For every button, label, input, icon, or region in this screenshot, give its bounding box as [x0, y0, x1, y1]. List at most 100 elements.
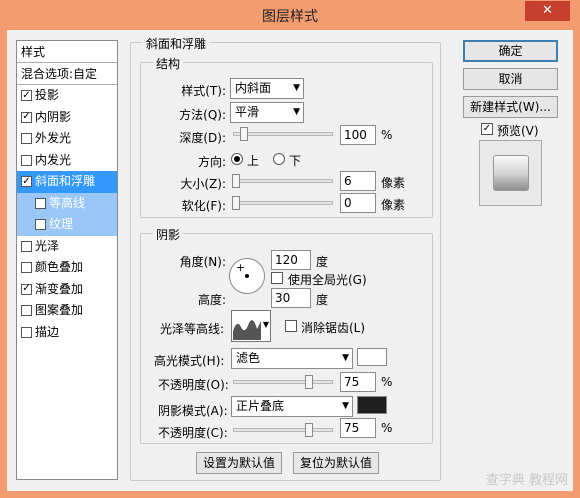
- altitude-unit: 度: [316, 293, 329, 307]
- opacity2-label: 不透明度(C):: [158, 426, 228, 440]
- highlight-mode-select[interactable]: 滤色 ▼: [231, 348, 353, 369]
- chevron-down-icon: ▼: [293, 83, 300, 93]
- new-style-button[interactable]: 新建样式(W)...: [463, 96, 558, 118]
- style-list-header[interactable]: 样式: [17, 41, 117, 63]
- style-item-checkbox[interactable]: [21, 326, 32, 338]
- style-select-value: 内斜面: [235, 81, 272, 95]
- window-frame-left: [0, 30, 7, 498]
- title-bar: 图层样式 ✕: [0, 0, 580, 30]
- anti-alias-checkbox[interactable]: [285, 320, 297, 332]
- style-item-label: 纹理: [49, 217, 74, 231]
- cancel-button[interactable]: 取消: [463, 68, 558, 90]
- anti-alias-label: 消除锯齿(L): [301, 321, 366, 335]
- style-item-label: 斜面和浮雕: [35, 174, 96, 188]
- size-unit: 像素: [381, 176, 406, 190]
- style-item[interactable]: 颜色叠加: [17, 257, 117, 279]
- preview-checkbox[interactable]: ✓: [481, 123, 493, 135]
- altitude-label: 高度:: [197, 293, 226, 307]
- style-item-checkbox[interactable]: [21, 262, 32, 274]
- style-item-checkbox[interactable]: [35, 219, 46, 231]
- ok-button[interactable]: 确定: [463, 40, 558, 62]
- style-item-label: 渐变叠加: [35, 281, 84, 296]
- soften-slider-thumb[interactable]: [232, 196, 240, 210]
- style-item-checkbox[interactable]: ✓: [21, 283, 32, 295]
- soften-label: 软化(F):: [181, 199, 226, 213]
- style-item[interactable]: ✓ 渐变叠加: [17, 279, 117, 301]
- opacity1-slider-thumb[interactable]: [305, 375, 313, 389]
- style-item-checkbox[interactable]: ✓: [21, 111, 32, 123]
- depth-slider-thumb[interactable]: [240, 127, 248, 141]
- highlight-color-swatch[interactable]: [357, 348, 387, 366]
- reset-default-button[interactable]: 复位为默认值: [293, 452, 379, 474]
- direction-up-label: 上: [247, 154, 260, 168]
- size-slider-thumb[interactable]: [232, 174, 240, 188]
- opacity1-slider[interactable]: [233, 375, 333, 389]
- angle-input[interactable]: 120: [271, 250, 311, 270]
- style-item-checkbox[interactable]: ✓: [21, 176, 32, 188]
- soften-input[interactable]: 0: [340, 193, 376, 213]
- size-label: 大小(Z):: [180, 177, 226, 191]
- window-title: 图层样式: [262, 9, 318, 25]
- angle-dial-center: [245, 274, 249, 278]
- preview-swatch: [479, 140, 542, 206]
- style-item[interactable]: ✓ 内阴影: [17, 107, 117, 129]
- style-item[interactable]: ✓ 投影: [17, 85, 117, 107]
- opacity2-slider[interactable]: [233, 423, 333, 437]
- style-item[interactable]: 内发光: [17, 150, 117, 172]
- style-item-checkbox[interactable]: [35, 197, 46, 209]
- opacity1-input[interactable]: 75: [340, 372, 376, 392]
- direction-up-radio[interactable]: [231, 153, 243, 165]
- size-slider[interactable]: [232, 174, 333, 188]
- style-item[interactable]: ✓ 斜面和浮雕: [17, 171, 117, 193]
- size-input[interactable]: 6: [340, 171, 376, 191]
- style-item-label: 颜色叠加: [35, 260, 84, 274]
- global-light-checkbox[interactable]: [271, 272, 283, 284]
- style-item-checkbox[interactable]: [21, 154, 32, 166]
- preview-label: 预览(V): [497, 124, 539, 138]
- depth-input[interactable]: 100: [340, 125, 376, 145]
- chevron-down-icon: ▼: [293, 107, 300, 117]
- style-item-checkbox[interactable]: ✓: [21, 90, 32, 102]
- style-item[interactable]: 纹理: [17, 214, 117, 236]
- style-item-checkbox[interactable]: [21, 240, 32, 252]
- depth-slider[interactable]: [233, 127, 333, 141]
- opacity1-label: 不透明度(O):: [158, 378, 229, 392]
- gloss-contour-picker[interactable]: ▼: [231, 310, 271, 342]
- blend-options-item[interactable]: 混合选项:自定: [17, 63, 117, 85]
- style-label: 样式(T):: [181, 84, 226, 98]
- style-item[interactable]: 外发光: [17, 128, 117, 150]
- opacity2-slider-thumb[interactable]: [305, 423, 313, 437]
- direction-down-radio[interactable]: [273, 153, 285, 165]
- style-item-label: 等高线: [49, 195, 86, 210]
- style-item-checkbox[interactable]: [21, 305, 32, 317]
- angle-dial[interactable]: +: [229, 258, 265, 294]
- style-item-label: 外发光: [35, 131, 72, 145]
- direction-down-label: 下: [289, 154, 302, 168]
- style-item[interactable]: 图案叠加: [17, 300, 117, 322]
- window-frame-bottom: [0, 491, 580, 498]
- chevron-down-icon: ▼: [262, 320, 269, 329]
- method-select-value: 平滑: [235, 105, 260, 119]
- altitude-input[interactable]: 30: [271, 288, 311, 308]
- method-select[interactable]: 平滑 ▼: [230, 102, 304, 123]
- window-frame-right: [573, 30, 580, 498]
- make-default-button[interactable]: 设置为默认值: [196, 452, 282, 474]
- method-label: 方法(Q):: [179, 108, 226, 122]
- contour-curve-icon: [233, 320, 261, 340]
- depth-unit: %: [381, 128, 393, 142]
- style-item-label: 光泽: [35, 238, 60, 253]
- style-item[interactable]: 光泽: [17, 236, 117, 258]
- shadow-color-swatch[interactable]: [357, 396, 387, 414]
- opacity1-unit: %: [381, 375, 393, 389]
- shadow-mode-select[interactable]: 正片叠底 ▼: [231, 396, 353, 417]
- style-item[interactable]: 等高线: [17, 192, 117, 214]
- structure-title: 结构: [153, 55, 184, 72]
- opacity2-input[interactable]: 75: [340, 418, 376, 438]
- style-item-label: 投影: [35, 88, 60, 102]
- style-list: 样式 混合选项:自定 ✓ 投影 ✓ 内阴影 外发光 内发光 ✓ 斜面和浮雕 等高线 纹理 光泽 颜色叠…: [16, 40, 118, 480]
- style-select[interactable]: 内斜面 ▼: [230, 78, 304, 99]
- style-item-checkbox[interactable]: [21, 133, 32, 145]
- style-item[interactable]: 描边: [17, 322, 117, 344]
- close-button[interactable]: ✕: [525, 1, 570, 21]
- soften-slider[interactable]: [232, 196, 333, 210]
